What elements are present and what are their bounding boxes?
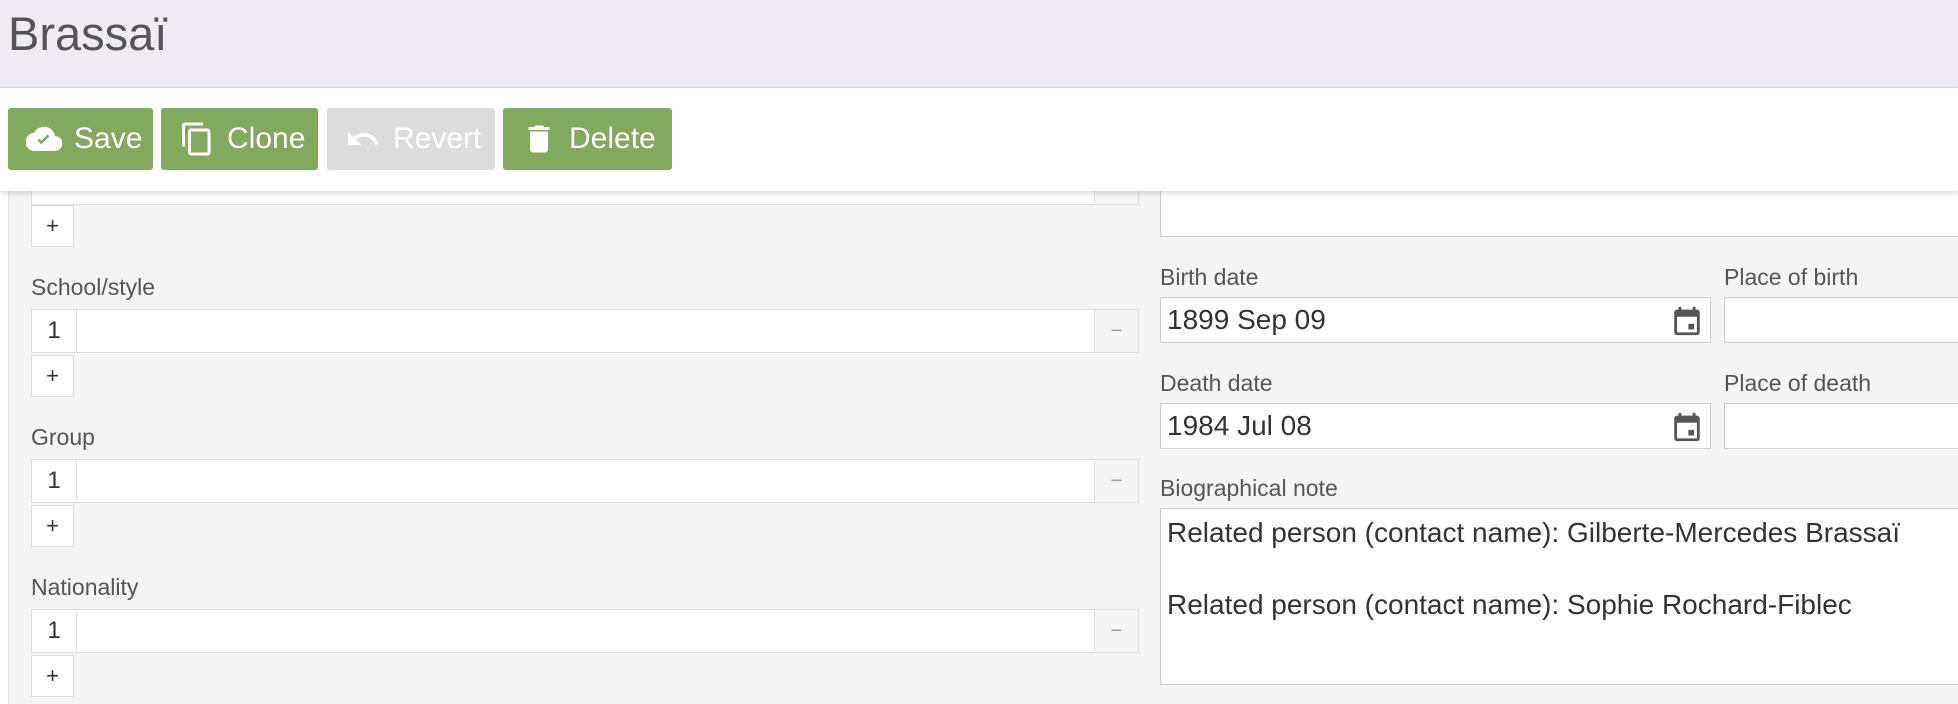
nationality-label: Nationality	[31, 574, 139, 600]
plus-label: +	[46, 213, 59, 238]
save-button[interactable]: Save	[8, 108, 153, 170]
biographical-note-line: Related person (contact name): Sophie Ro…	[1167, 589, 1852, 620]
save-label: Save	[74, 122, 143, 155]
birth-date-value: 1899 Sep 09	[1167, 304, 1326, 335]
plus-label: +	[46, 663, 59, 688]
nationality-add-button[interactable]: +	[31, 655, 74, 697]
death-date-input[interactable]: 1984 Jul 08	[1160, 403, 1711, 449]
nationality-row: 1 −	[31, 609, 1139, 653]
undo-icon	[345, 121, 381, 157]
group-remove-button[interactable]: −	[1094, 460, 1138, 502]
copy-icon	[179, 121, 215, 157]
cloud-upload-icon	[26, 121, 62, 157]
trash-icon	[521, 121, 557, 157]
calendar-icon[interactable]	[1670, 410, 1704, 444]
biographical-note-line: Related person (contact name): Gilberte-…	[1167, 517, 1900, 548]
place-of-death-input[interactable]	[1724, 403, 1958, 449]
revert-button[interactable]: Revert	[327, 108, 495, 170]
plus-label: +	[46, 363, 59, 388]
school-style-label: School/style	[31, 274, 156, 300]
birth-date-label: Birth date	[1160, 264, 1259, 290]
minus-label: −	[1110, 469, 1123, 492]
group-input[interactable]	[77, 460, 1094, 502]
revert-label: Revert	[393, 122, 482, 155]
group-add-button[interactable]: +	[31, 505, 74, 547]
school-style-remove-button[interactable]: −	[1094, 310, 1138, 352]
action-toolbar: Save Clone Revert Delete	[0, 88, 1958, 191]
minus-label: −	[1110, 319, 1123, 342]
place-of-death-label: Place of death	[1724, 370, 1872, 396]
nationality-input[interactable]	[77, 610, 1094, 652]
place-of-birth-label: Place of birth	[1724, 264, 1859, 290]
group-label: Group	[31, 424, 95, 450]
clone-button[interactable]: Clone	[161, 108, 318, 170]
school-style-row: 1 −	[31, 309, 1139, 353]
school-style-add-button[interactable]: +	[31, 355, 74, 397]
page-header: Brassaï	[0, 0, 1958, 88]
plus-label: +	[46, 513, 59, 538]
nationality-remove-button[interactable]: −	[1094, 610, 1138, 652]
place-of-birth-input[interactable]	[1724, 297, 1958, 343]
record-form: + School/style 1 − + Group 1 − + Nationa…	[8, 151, 1958, 704]
row-number: 1	[32, 460, 77, 502]
page-title: Brassaï	[8, 7, 168, 60]
minus-label: −	[1110, 619, 1123, 642]
biographical-note-textarea[interactable]: Related person (contact name): Gilberte-…	[1160, 508, 1958, 685]
calendar-icon[interactable]	[1670, 304, 1704, 338]
row-number: 1	[32, 610, 77, 652]
birth-date-input[interactable]: 1899 Sep 09	[1160, 297, 1711, 343]
clone-label: Clone	[227, 122, 306, 155]
row-number: 1	[32, 310, 77, 352]
delete-label: Delete	[569, 122, 656, 155]
previous-field-add-button[interactable]: +	[31, 205, 74, 247]
biographical-note-label: Biographical note	[1160, 475, 1338, 501]
delete-button[interactable]: Delete	[503, 108, 672, 170]
group-row: 1 −	[31, 459, 1139, 503]
school-style-input[interactable]	[77, 310, 1094, 352]
death-date-label: Death date	[1160, 370, 1273, 396]
death-date-value: 1984 Jul 08	[1167, 410, 1312, 441]
